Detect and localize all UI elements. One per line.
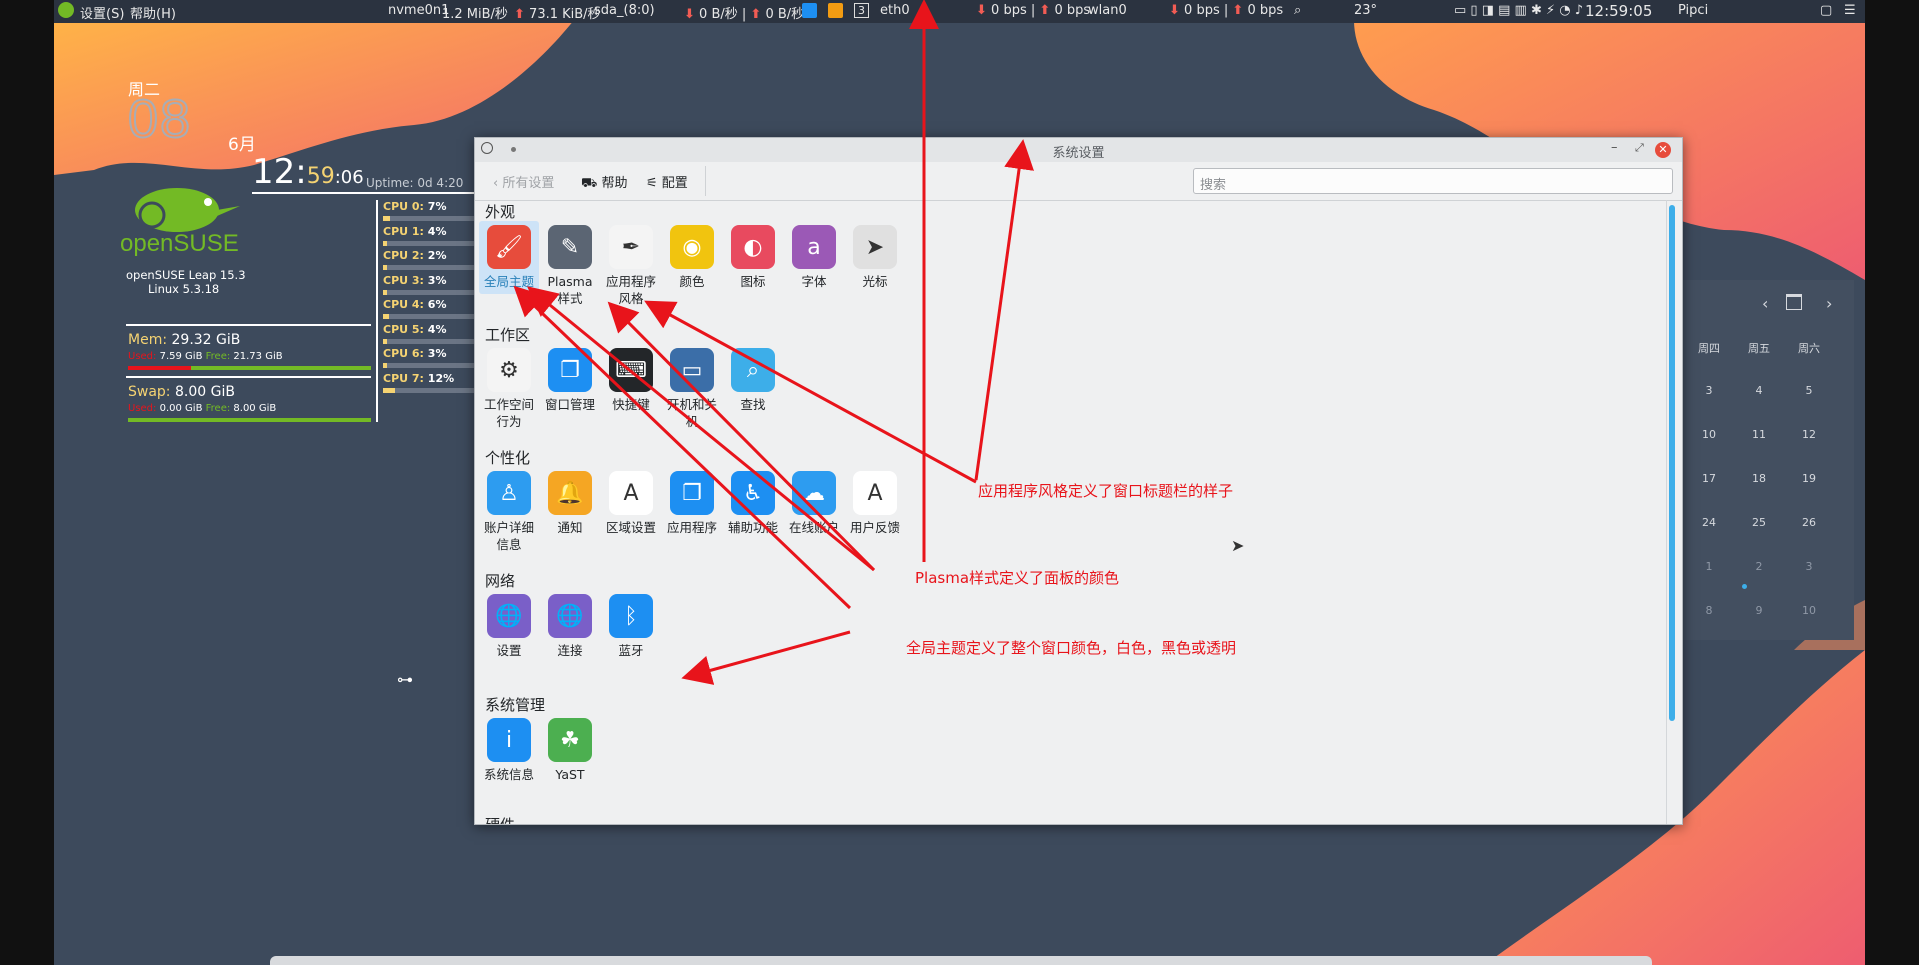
annotation-app-style: 应用程序风格定义了窗口标题栏的样子	[978, 482, 1234, 500]
desktop: 设置(S) 帮助(H) nvme0n1 1.2 MiB/秒 ⬆ 73.1 KiB…	[54, 0, 1865, 965]
annotation-arrows	[513, 0, 1034, 685]
annotation-plasma-style: Plasma样式定义了面板的颜色	[915, 569, 1120, 587]
annotation-global-theme: 全局主题定义了整个窗口颜色，白色，黑色或透明	[906, 639, 1237, 657]
dock[interactable]	[270, 956, 1652, 965]
mouse-cursor-icon: ➤	[1231, 536, 1245, 555]
